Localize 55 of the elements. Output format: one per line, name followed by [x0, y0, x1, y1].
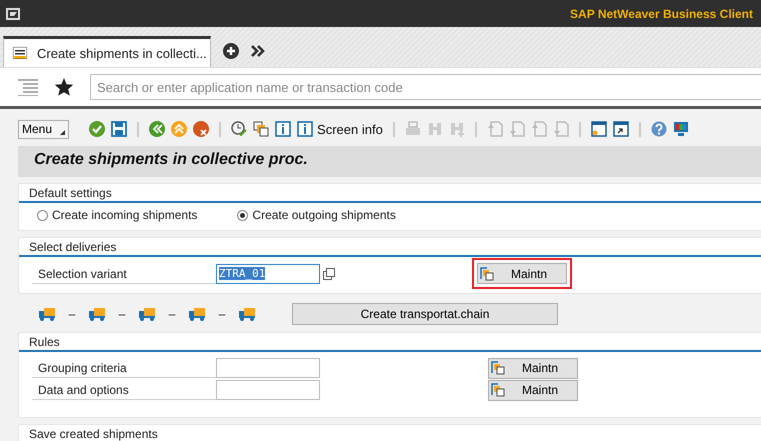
variant-field[interactable]: ZTRA_01	[216, 264, 320, 284]
clock-icon[interactable]	[231, 121, 248, 137]
monitor-icon[interactable]	[672, 121, 689, 137]
maintain-button[interactable]: Maintn	[488, 358, 578, 378]
section-title: Save created shipments	[19, 425, 761, 441]
value-help-icon[interactable]	[323, 268, 335, 280]
truck-icon[interactable]	[188, 307, 206, 321]
back-icon[interactable]	[149, 121, 166, 137]
create-chain-button[interactable]: Create transportat.chain	[292, 303, 558, 325]
windows-icon[interactable]	[253, 121, 270, 137]
tab[interactable]: Create shipments in collecti...	[3, 36, 211, 67]
caret-icon	[60, 130, 66, 134]
info-icon	[297, 121, 314, 137]
section-title: Select deliveries	[19, 238, 761, 257]
radio-label[interactable]: Create outgoing shipments	[252, 208, 396, 222]
window-icon[interactable]	[590, 121, 607, 137]
windows-icon	[491, 383, 505, 397]
menu-icon[interactable]	[6, 8, 20, 20]
separator-dash: –	[68, 307, 76, 321]
star-icon[interactable]	[54, 77, 74, 97]
truck-icon[interactable]	[238, 307, 256, 321]
maintain-button[interactable]: Maintn	[488, 380, 578, 400]
add-icon[interactable]	[223, 43, 239, 59]
radio-button[interactable]	[37, 210, 48, 220]
check-icon[interactable]	[89, 121, 106, 137]
field-label: Grouping criteria	[32, 358, 216, 378]
list-icon	[13, 47, 27, 59]
input-field[interactable]	[216, 380, 320, 400]
screen-info-button[interactable]: Screen info	[297, 121, 383, 137]
windows-icon	[480, 266, 494, 280]
cancel-icon[interactable]	[193, 121, 210, 137]
field-label: Data and options	[32, 380, 216, 400]
truck-icon[interactable]	[88, 307, 106, 321]
truck-icon[interactable]	[38, 307, 56, 321]
input-field[interactable]	[216, 358, 320, 378]
save-icon[interactable]	[111, 121, 128, 137]
menu-button[interactable]: Menu	[18, 120, 70, 138]
window-icon[interactable]	[612, 121, 629, 137]
radio-label[interactable]: Create incoming shipments	[52, 208, 198, 222]
separator-dash: –	[168, 307, 176, 321]
windows-icon	[491, 361, 505, 375]
separator-dash: –	[118, 307, 126, 321]
search-field[interactable]: Search or enter application name or transaction code	[90, 74, 761, 100]
truck-icon[interactable]	[138, 307, 156, 321]
help-icon[interactable]	[650, 121, 667, 137]
window-title: SAP NetWeaver Business Client	[570, 6, 753, 20]
field-label: Selection variant	[32, 264, 216, 284]
section-title: Default settings	[19, 184, 761, 203]
section-title: Rules	[19, 333, 761, 352]
separator-dash: –	[218, 307, 226, 321]
page-title: Create shipments in collective proc.	[18, 146, 761, 177]
chevrons-icon[interactable]	[251, 44, 265, 58]
info-icon[interactable]	[275, 121, 292, 137]
maintain-button[interactable]: Maintn	[477, 263, 567, 284]
radio-button[interactable]	[237, 210, 248, 220]
